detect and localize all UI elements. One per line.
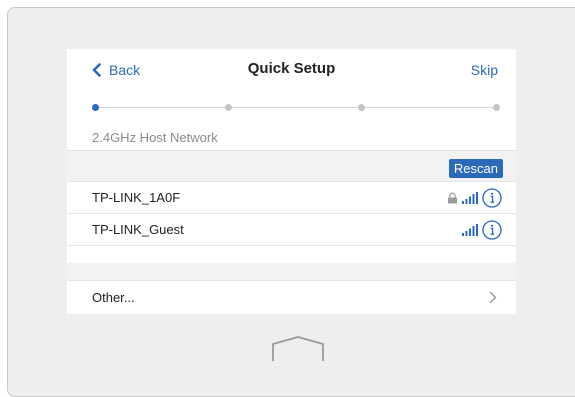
signal-bars-icon [462, 224, 478, 236]
home-icon[interactable] [271, 335, 325, 363]
step-dot-3 [358, 104, 365, 111]
chevron-right-icon [489, 291, 497, 304]
step-progress [92, 103, 500, 113]
skip-button[interactable]: Skip [471, 62, 498, 78]
network-status-icons [447, 188, 502, 208]
page-title: Quick Setup [247, 60, 336, 77]
other-network-row[interactable]: Other... [67, 280, 516, 314]
network-name: TP-LINK_1A0F [92, 190, 181, 205]
step-label: 2.4GHz Host Network [92, 130, 218, 145]
step-dot-4 [493, 104, 500, 111]
section-divider [67, 263, 516, 280]
network-row[interactable]: TP-LINK_1A0F [67, 182, 516, 214]
lock-icon [448, 192, 457, 204]
rescan-button[interactable]: Rescan [448, 159, 503, 178]
network-status-icons [462, 220, 502, 240]
step-dot-2 [225, 104, 232, 111]
signal-bars-icon [462, 192, 478, 204]
info-icon[interactable] [482, 220, 502, 240]
progress-track [95, 107, 497, 108]
other-network-label: Other... [92, 290, 135, 305]
info-icon[interactable] [482, 188, 502, 208]
header-bar: Back Quick Setup Skip [67, 49, 516, 92]
step-dot-1 [92, 104, 99, 111]
device-screen: Back Quick Setup Skip 2.4GHz Host Networ… [67, 49, 516, 314]
network-name: TP-LINK_Guest [92, 222, 184, 237]
network-row[interactable]: TP-LINK_Guest [67, 214, 516, 246]
rescan-bar: Rescan [67, 150, 516, 182]
